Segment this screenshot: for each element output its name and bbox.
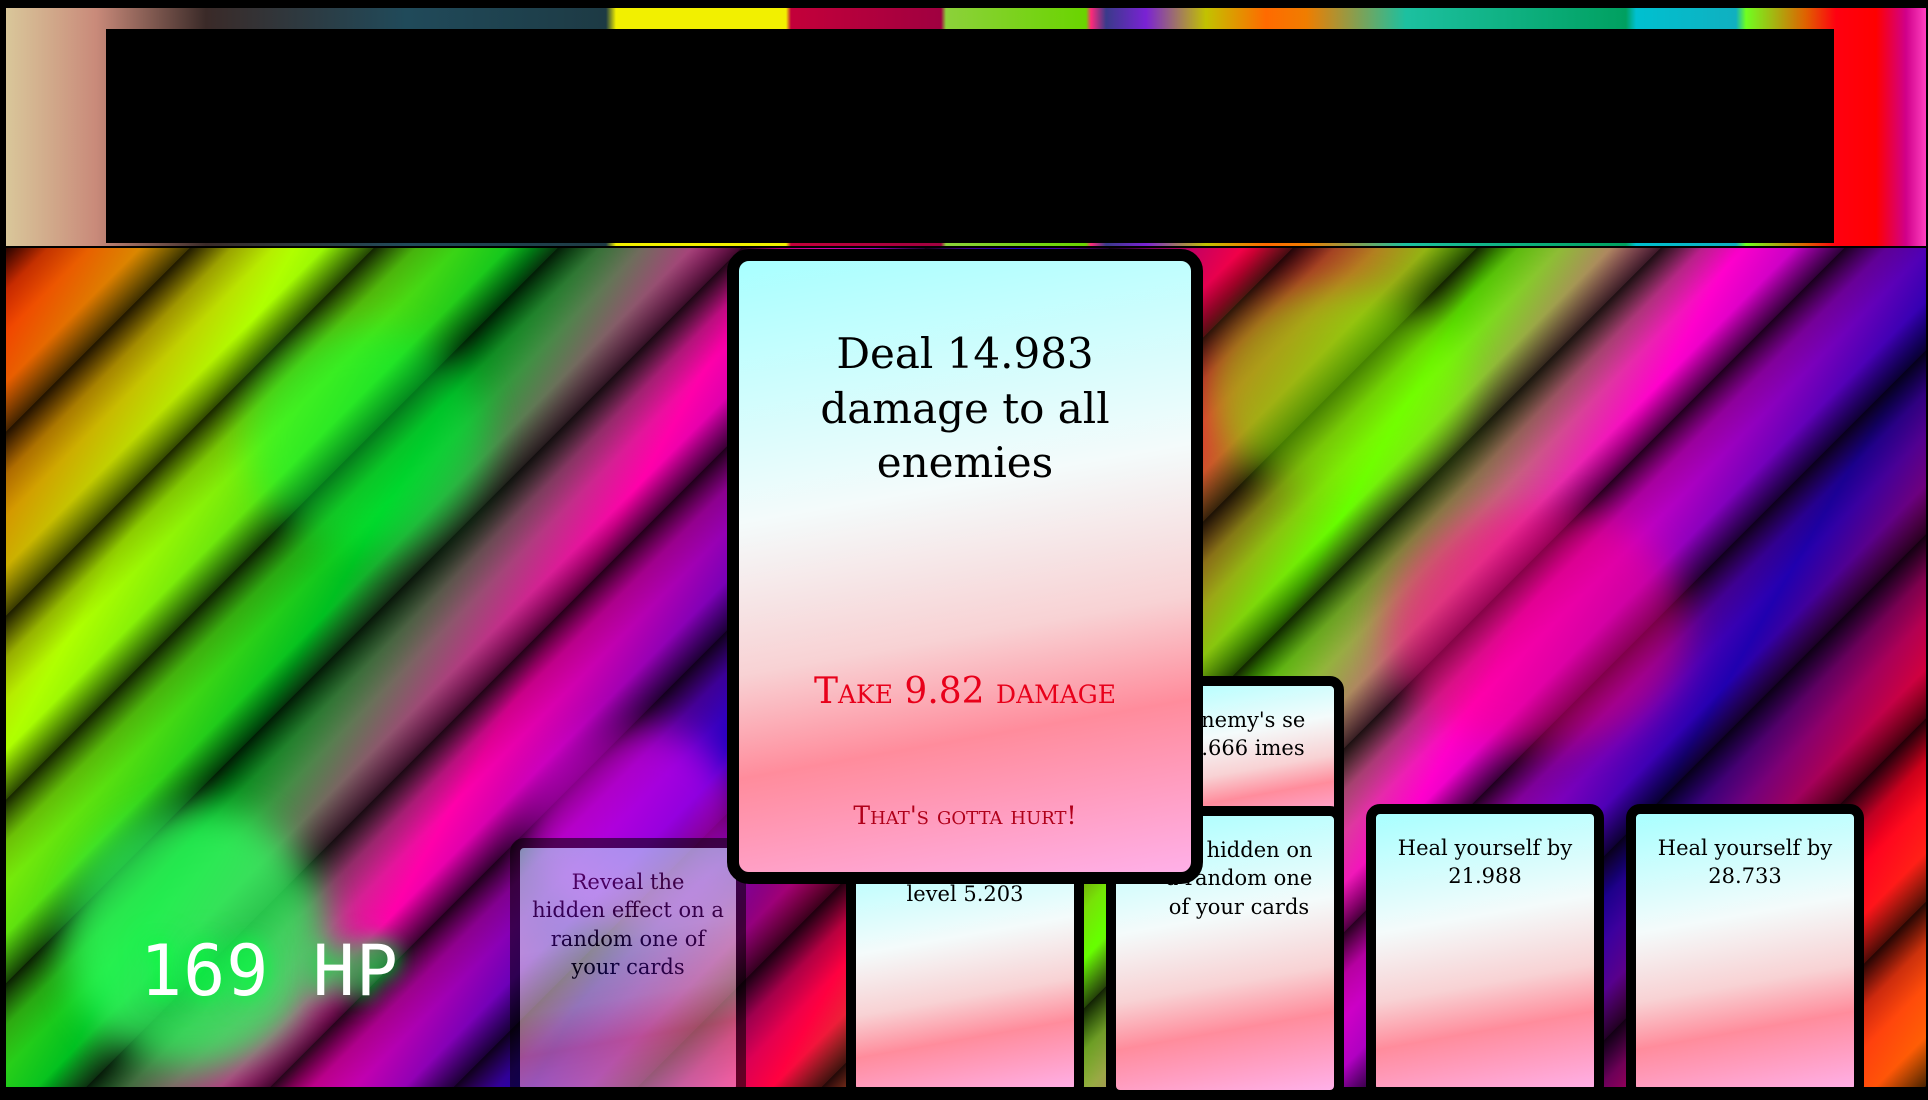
hand-card[interactable]: Heal yourself by 21.988	[1366, 804, 1604, 1100]
top-banner	[6, 8, 1926, 246]
card-effect-text: Deal 14.983 damage to all enemies	[820, 329, 1110, 488]
banner-panel	[106, 29, 1834, 243]
glow-blob	[1386, 508, 1686, 748]
glow-blob	[246, 328, 486, 548]
card-flavor-text: That's gotta hurt!	[853, 801, 1077, 830]
card-effect-text: Reveal the hidden effect on a random one…	[532, 870, 724, 980]
glow-blob	[1206, 288, 1466, 488]
hand-card[interactable]: Heal yourself by 28.733	[1626, 804, 1864, 1100]
player-hp: 169 HP	[140, 930, 399, 1012]
card-effect-text: Heal yourself by 28.733	[1657, 836, 1833, 889]
card-penalty-text: Take 9.82 damage	[813, 671, 1116, 712]
hand-card[interactable]: Reveal the hidden effect on a random one…	[510, 838, 746, 1100]
card-effect-text: Heal yourself by 21.988	[1397, 836, 1573, 889]
bottom-edge	[0, 1087, 1928, 1094]
selected-card[interactable]: Deal 14.983 damage to all enemies Take 9…	[727, 249, 1203, 884]
